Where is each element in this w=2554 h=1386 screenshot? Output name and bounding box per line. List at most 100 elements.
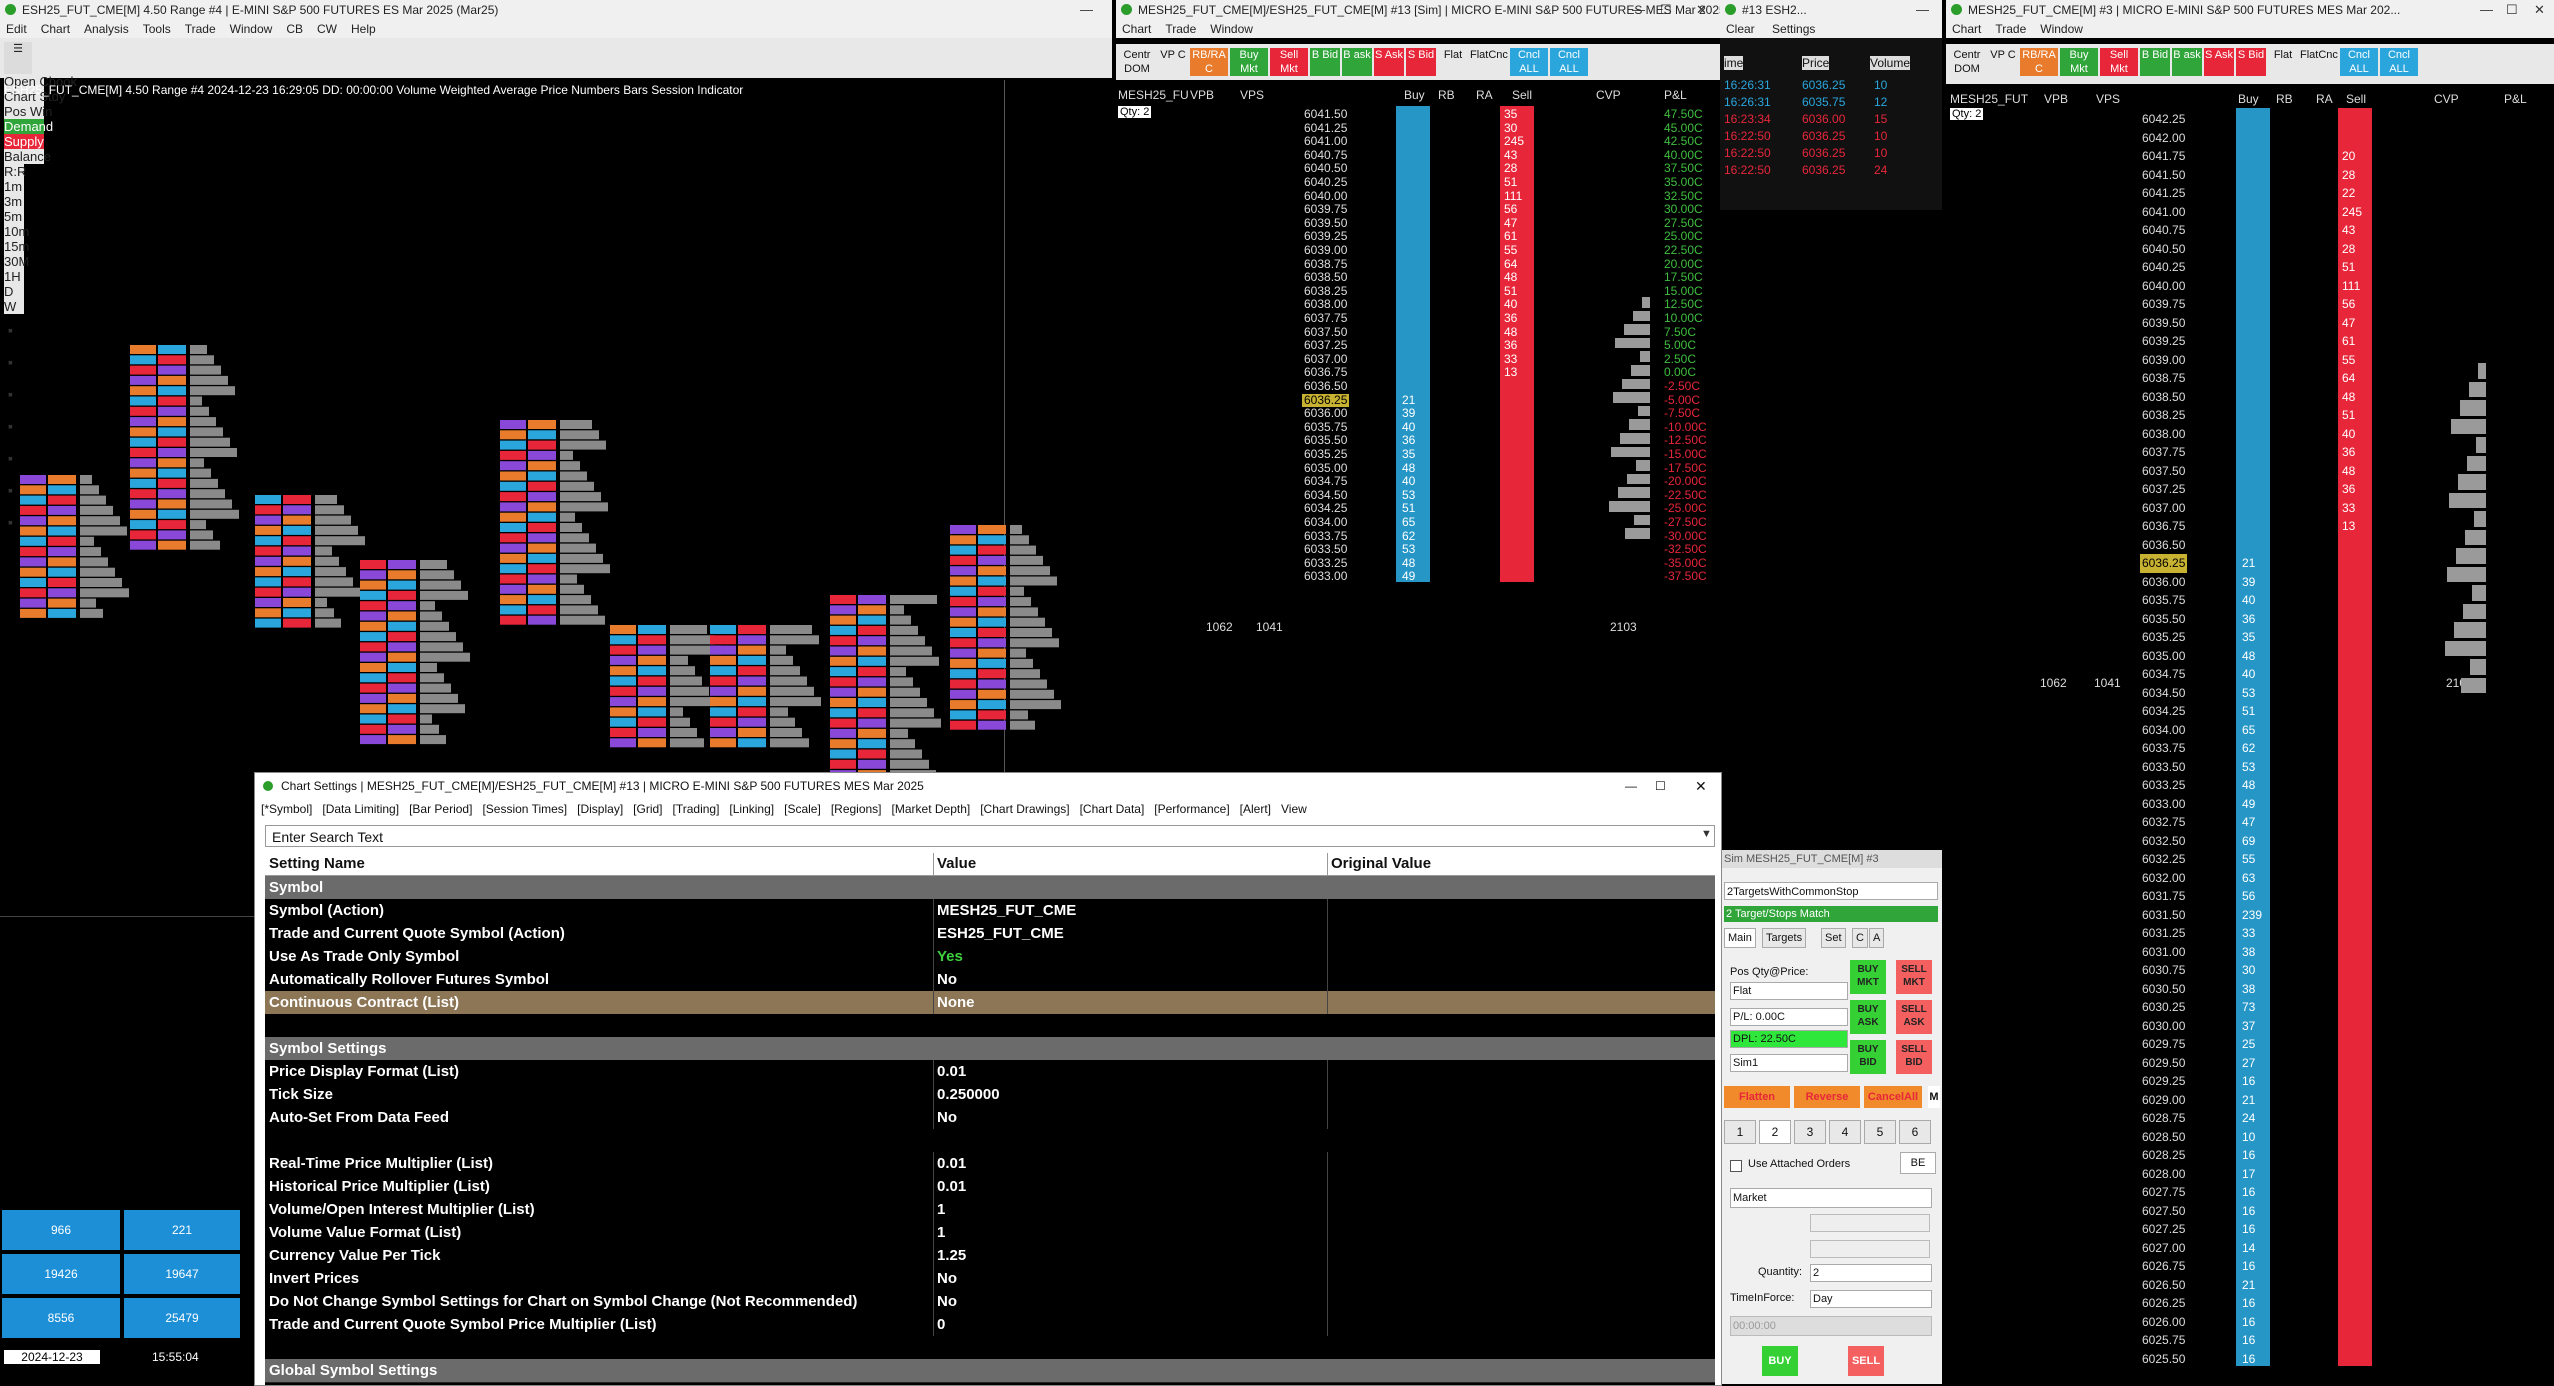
close-icon[interactable]: ✕ — [1695, 773, 1707, 799]
dom-button-rb-ra-c[interactable]: RB/RA C — [2020, 48, 2058, 76]
dom-button-s-bid[interactable]: S Bid — [2236, 48, 2266, 76]
settings-tab[interactable]: [Data Limiting] — [322, 802, 399, 816]
dom-button-cncl-all[interactable]: Cncl ALL — [2380, 48, 2418, 76]
price-cell[interactable]: 6036.75 — [2140, 517, 2187, 536]
settings-tab[interactable]: [Scale] — [784, 802, 821, 816]
order-button-buy-mkt[interactable]: BUY MKT — [1850, 960, 1886, 994]
target-count-1[interactable]: 1 — [1724, 1120, 1756, 1144]
dom-title-bar[interactable]: MESH25_FUT_CME[M]/ESH25_FUT_CME[M] #13 [… — [1116, 0, 1720, 20]
settings-row[interactable]: Real-Time Price Multiplier (List) 0.01 — [265, 1152, 1715, 1176]
price-cell[interactable]: 6042.25 — [2140, 110, 2187, 129]
price-cell[interactable]: 6027.50 — [2140, 1202, 2187, 1221]
setting-value[interactable]: 1 — [937, 1221, 945, 1244]
settings-row[interactable]: Volume Value Format (List) 1 — [265, 1221, 1715, 1245]
minimize-icon[interactable]: — — [1625, 773, 1637, 799]
price-cell[interactable]: 6028.75 — [2140, 1109, 2187, 1128]
price-cell[interactable]: 6033.50 — [1302, 543, 1349, 557]
settings-tab[interactable]: View — [1281, 802, 1307, 816]
order-button-sell-bid[interactable]: SELL BID — [1896, 1040, 1932, 1074]
minimize-icon[interactable]: — — [1916, 0, 1929, 20]
price-cell[interactable]: 6037.25 — [1302, 339, 1349, 353]
chart-title-bar[interactable]: ESH25_FUT_CME[M] 4.50 Range #4 | E-MINI … — [0, 0, 1112, 20]
order-button-buy-ask[interactable]: BUY ASK — [1850, 1000, 1886, 1034]
target-count-4[interactable]: 4 — [1829, 1120, 1861, 1144]
price-cell[interactable]: 6035.25 — [1302, 447, 1349, 462]
price-cell[interactable]: 6037.50 — [2140, 462, 2187, 481]
setting-value[interactable]: 0.250000 — [937, 1083, 1000, 1106]
price-cell[interactable]: 6039.25 — [1302, 230, 1349, 244]
dom-button-vp-c[interactable]: VP C — [1988, 48, 2018, 76]
settings-row[interactable]: Symbol (Action) MESH25_FUT_CME — [265, 899, 1715, 923]
price-cell[interactable]: 6038.00 — [1302, 298, 1349, 312]
settings-row[interactable]: Volume/Open Interest Multiplier (List) 1 — [265, 1198, 1715, 1222]
price-cell[interactable]: 6033.75 — [2140, 739, 2187, 758]
dom-button-s-ask[interactable]: S Ask — [2204, 48, 2234, 76]
setting-value[interactable]: No — [937, 1106, 957, 1129]
search-input[interactable]: Enter Search Text — [265, 825, 1715, 847]
price-cell[interactable]: 6041.25 — [2140, 184, 2187, 203]
price-cell[interactable]: 6040.50 — [2140, 240, 2187, 259]
settings-row[interactable]: Trade and Current Quote Symbol (Action) E… — [265, 922, 1715, 946]
action-button-m[interactable]: M — [1928, 1086, 1940, 1108]
price-cell[interactable]: 6028.00 — [2140, 1165, 2187, 1184]
price-cell[interactable]: 6037.00 — [2140, 499, 2187, 518]
price-cell[interactable]: 6037.25 — [2140, 480, 2187, 499]
price-cell[interactable]: 6026.75 — [2140, 1257, 2187, 1276]
price-cell[interactable]: 6035.00 — [2140, 647, 2187, 666]
quantity-input[interactable]: 2 — [1810, 1264, 1932, 1282]
price-cell[interactable]: 6038.25 — [2140, 406, 2187, 425]
dom2-title-bar[interactable]: MESH25_FUT_CME[M] #3 | MICRO E-MINI S&P … — [1946, 0, 2554, 20]
close-icon[interactable]: ✕ — [2534, 0, 2545, 20]
settings-tab[interactable]: [Bar Period] — [409, 802, 472, 816]
order-type-select[interactable]: Market — [1730, 1188, 1932, 1208]
price-cell[interactable]: 6025.75 — [2140, 1331, 2187, 1350]
price-cell[interactable]: 6038.25 — [1302, 284, 1349, 299]
target-count-6[interactable]: 6 — [1899, 1120, 1931, 1144]
setting-value[interactable]: ESH25_FUT_CME — [937, 922, 1064, 945]
settings-tab[interactable]: [Chart Drawings] — [980, 802, 1069, 816]
price-cell[interactable]: 6035.50 — [2140, 610, 2187, 629]
price-cell[interactable]: 6030.25 — [2140, 998, 2187, 1017]
menu-item[interactable]: Chart — [1952, 22, 1981, 36]
price-cell[interactable]: 6035.50 — [1302, 434, 1349, 448]
maximize-icon[interactable]: ☐ — [2506, 0, 2518, 20]
price-cell[interactable]: 6033.25 — [1302, 556, 1349, 571]
settings-tab[interactable]: [Regions] — [831, 802, 882, 816]
price-cell[interactable]: 6034.75 — [1302, 475, 1349, 489]
menu-item[interactable]: Chart — [1122, 22, 1151, 36]
settings-row[interactable]: Automatically Rollover Futures Symbol No — [265, 968, 1715, 992]
dom-button-b-ask[interactable]: B ask — [1342, 48, 1372, 76]
order-button-buy-bid[interactable]: BUY BID — [1850, 1040, 1886, 1074]
price-cell[interactable]: 6040.75 — [1302, 148, 1349, 163]
price-cell[interactable]: 6031.00 — [2140, 943, 2187, 962]
menu-item[interactable]: CW — [317, 22, 337, 36]
price-cell[interactable]: 6036.00 — [2140, 573, 2187, 592]
dom-ladder[interactable]: Qty: 2 6041.50 35 47.50C 6041.25 30 45.00C 6041… — [1116, 106, 1720, 772]
settings-row[interactable]: Auto-Set From Data Feed No — [265, 1106, 1715, 1130]
price-cell[interactable]: 6032.00 — [2140, 869, 2187, 888]
trade-window[interactable]: Sim MESH25_FUT_CME[M] #3 2TargetsWithCom… — [1720, 850, 1942, 1384]
price-cell[interactable]: 6041.00 — [1302, 135, 1349, 149]
dom-button-cncl-all[interactable]: Cncl ALL — [1550, 48, 1588, 76]
price-cell[interactable]: 6034.25 — [2140, 702, 2187, 721]
target-count-2[interactable]: 2 — [1759, 1120, 1791, 1144]
price-cell[interactable]: 6038.00 — [2140, 425, 2187, 444]
dom-button-b-bid[interactable]: B Bid — [2140, 48, 2170, 76]
dom-button-buy-mkt[interactable]: Buy Mkt — [2060, 48, 2098, 76]
strategy-select[interactable]: 2TargetsWithCommonStop — [1724, 882, 1938, 900]
price-cell[interactable]: 6037.75 — [1302, 311, 1349, 326]
dom-button-buy-mkt[interactable]: Buy Mkt — [1230, 48, 1268, 76]
dom-button-flatcncl[interactable]: FlatCncl — [1470, 48, 1508, 76]
price-cell[interactable]: 6026.25 — [2140, 1294, 2187, 1313]
setting-value[interactable]: 0.01 — [937, 1060, 966, 1083]
settings-tab[interactable]: [Linking] — [729, 802, 774, 816]
minimize-icon[interactable]: — — [2480, 0, 2493, 20]
price-field-1[interactable] — [1810, 1214, 1930, 1232]
price-cell[interactable]: 6035.75 — [1302, 420, 1349, 435]
dom2-ladder[interactable]: Qty: 2 6042.25 6042.00 6041.75 20 6041.50 28 60… — [1946, 108, 2554, 1384]
setting-value[interactable]: 1 — [937, 1198, 945, 1221]
settings-tab[interactable]: [Display] — [577, 802, 623, 816]
price-cell[interactable]: 6038.75 — [2140, 369, 2187, 388]
account-select[interactable]: Sim1 — [1730, 1054, 1848, 1072]
price-cell[interactable]: 6027.75 — [2140, 1183, 2187, 1202]
